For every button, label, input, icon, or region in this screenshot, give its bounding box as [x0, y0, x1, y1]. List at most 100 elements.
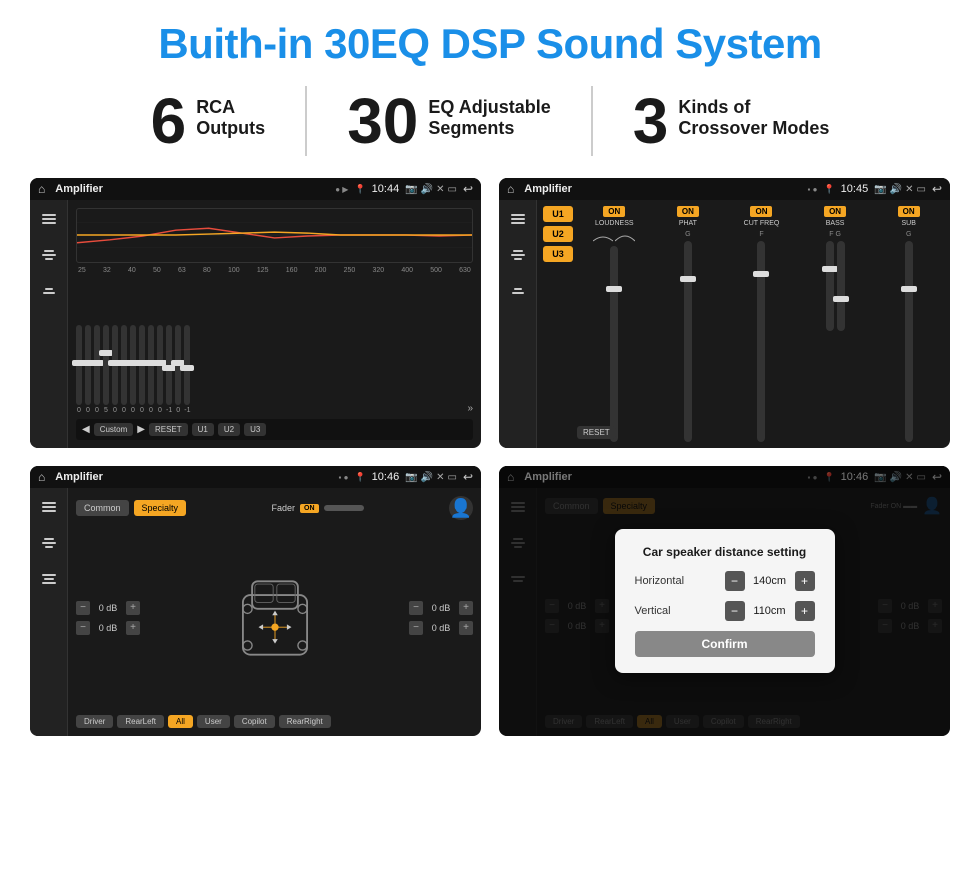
eq-u1-btn[interactable]: U1	[192, 423, 214, 436]
preset-buttons: U1 U2 U3	[543, 206, 575, 442]
sidebar-vol-icon-2[interactable]	[507, 282, 529, 300]
bass-slider-g[interactable]	[837, 241, 845, 331]
fader-on-badge[interactable]: ON	[300, 504, 319, 513]
sidebar-wave-icon[interactable]	[38, 246, 60, 264]
screen2-sidebar	[499, 200, 537, 448]
loudness-on[interactable]: ON	[603, 206, 625, 217]
dialog-vertical-plus[interactable]: +	[795, 601, 815, 621]
cutfreq-thumb[interactable]	[753, 271, 769, 277]
db-plus-tl[interactable]: +	[126, 601, 140, 615]
back-icon-3[interactable]: ↩	[463, 470, 473, 484]
eq-slider-track-2[interactable]	[94, 325, 100, 405]
bass-thumb-g[interactable]	[833, 296, 849, 302]
bass-slider-f[interactable]	[826, 241, 834, 331]
freq-80: 80	[203, 267, 211, 274]
cutfreq-on[interactable]: ON	[750, 206, 772, 217]
freq-250: 250	[344, 267, 356, 274]
eq-reset-btn[interactable]: RESET	[149, 423, 188, 436]
back-icon-1[interactable]: ↩	[463, 182, 473, 196]
sidebar-expand-icon-3[interactable]	[38, 570, 60, 588]
phat-thumb[interactable]	[680, 276, 696, 282]
db-row-bl: − 0 dB +	[76, 621, 140, 635]
pin-icon-2: 📍	[823, 184, 834, 195]
db-minus-bl[interactable]: −	[76, 621, 90, 635]
cam-icon-1: 📷	[405, 184, 417, 195]
db-plus-tr[interactable]: +	[459, 601, 473, 615]
eq-slider-4: 0	[112, 325, 118, 414]
db-plus-br[interactable]: +	[459, 621, 473, 635]
eq-thumb-3[interactable]	[99, 350, 113, 356]
screen-dialog: ⌂ Amplifier ▪ ● 📍 10:46 📷 🔊 ✕ ▭ ↩	[499, 466, 950, 736]
dialog-horizontal-plus[interactable]: +	[795, 571, 815, 591]
dialog-box: Car speaker distance setting Horizontal …	[615, 529, 835, 673]
btn-rearleft[interactable]: RearLeft	[117, 715, 164, 728]
loudness-slider[interactable]	[610, 246, 618, 442]
preset-u1[interactable]: U1	[543, 206, 573, 222]
home-icon-2[interactable]: ⌂	[507, 182, 514, 196]
tab-common[interactable]: Common	[76, 500, 129, 516]
avatar-icon[interactable]: 👤	[449, 496, 473, 520]
db-minus-br[interactable]: −	[409, 621, 423, 635]
tab-specialty[interactable]: Specialty	[134, 500, 187, 516]
sub-slider[interactable]	[905, 241, 913, 442]
amp-reset-btn[interactable]: RESET	[577, 426, 616, 439]
cam-icon-2: 📷	[874, 184, 886, 195]
db-minus-tl[interactable]: −	[76, 601, 90, 615]
phat-on[interactable]: ON	[677, 206, 699, 217]
phat-slider[interactable]	[684, 241, 692, 442]
sidebar-eq-icon-3[interactable]	[38, 498, 60, 516]
bass-on[interactable]: ON	[824, 206, 846, 217]
home-icon-1[interactable]: ⌂	[38, 182, 45, 196]
btn-rearright[interactable]: RearRight	[279, 715, 331, 728]
eq-expand-icon[interactable]: »	[467, 403, 473, 414]
dialog-horizontal-minus[interactable]: −	[725, 571, 745, 591]
sidebar-eq-icon-2[interactable]	[507, 210, 529, 228]
db-minus-tr[interactable]: −	[409, 601, 423, 615]
btn-all[interactable]: All	[168, 715, 193, 728]
freq-32: 32	[103, 267, 111, 274]
btn-user[interactable]: User	[197, 715, 230, 728]
fader-slider[interactable]	[324, 505, 364, 511]
cutfreq-slider[interactable]	[757, 241, 765, 442]
prev-arrow[interactable]: ◀	[82, 424, 90, 435]
eq-u2-btn[interactable]: U2	[218, 423, 240, 436]
loudness-thumb[interactable]	[606, 286, 622, 292]
sidebar-wave-icon-3[interactable]	[38, 534, 60, 552]
pin-icon-3: 📍	[354, 472, 365, 483]
eq-val-1: 0	[86, 407, 90, 414]
spk-top-row: Common Specialty Fader ON 👤	[76, 496, 473, 520]
sidebar-vol-icon[interactable]	[38, 282, 60, 300]
eq-thumb-12[interactable]	[180, 365, 194, 371]
screen3-title: Amplifier	[55, 471, 332, 483]
eq-sliders-row: 0 0 0	[76, 278, 473, 414]
back-icon-2[interactable]: ↩	[932, 182, 942, 196]
btn-copilot[interactable]: Copilot	[234, 715, 275, 728]
next-arrow[interactable]: ▶	[137, 424, 145, 435]
control-loudness: ON LOUDNESS	[579, 206, 650, 442]
db-row-tl: − 0 dB +	[76, 601, 140, 615]
dialog-vertical-label: Vertical	[635, 605, 671, 617]
sub-on[interactable]: ON	[898, 206, 920, 217]
btn-driver[interactable]: Driver	[76, 715, 113, 728]
preset-u2[interactable]: U2	[543, 226, 573, 242]
eq-graph	[76, 208, 473, 263]
sub-g-label: G	[906, 231, 911, 238]
eq-thumb-2[interactable]	[90, 360, 104, 366]
preset-u3[interactable]: U3	[543, 246, 573, 262]
sidebar-eq-icon[interactable]	[38, 210, 60, 228]
bass-dual-sliders	[826, 241, 845, 442]
sidebar-wave-icon-2[interactable]	[507, 246, 529, 264]
eq-u3-btn[interactable]: U3	[244, 423, 266, 436]
freq-500: 500	[430, 267, 442, 274]
dialog-vertical-minus[interactable]: −	[725, 601, 745, 621]
eq-slider-track-12[interactable]	[184, 325, 190, 405]
freq-320: 320	[372, 267, 384, 274]
confirm-button[interactable]: Confirm	[635, 631, 815, 657]
screen3-content: Common Specialty Fader ON 👤	[30, 488, 481, 736]
db-plus-bl[interactable]: +	[126, 621, 140, 635]
sub-thumb[interactable]	[901, 286, 917, 292]
bass-thumb-f[interactable]	[822, 266, 838, 272]
eq-custom-btn[interactable]: Custom	[94, 423, 134, 436]
main-title: Buith-in 30EQ DSP Sound System	[158, 20, 821, 68]
home-icon-3[interactable]: ⌂	[38, 470, 45, 484]
